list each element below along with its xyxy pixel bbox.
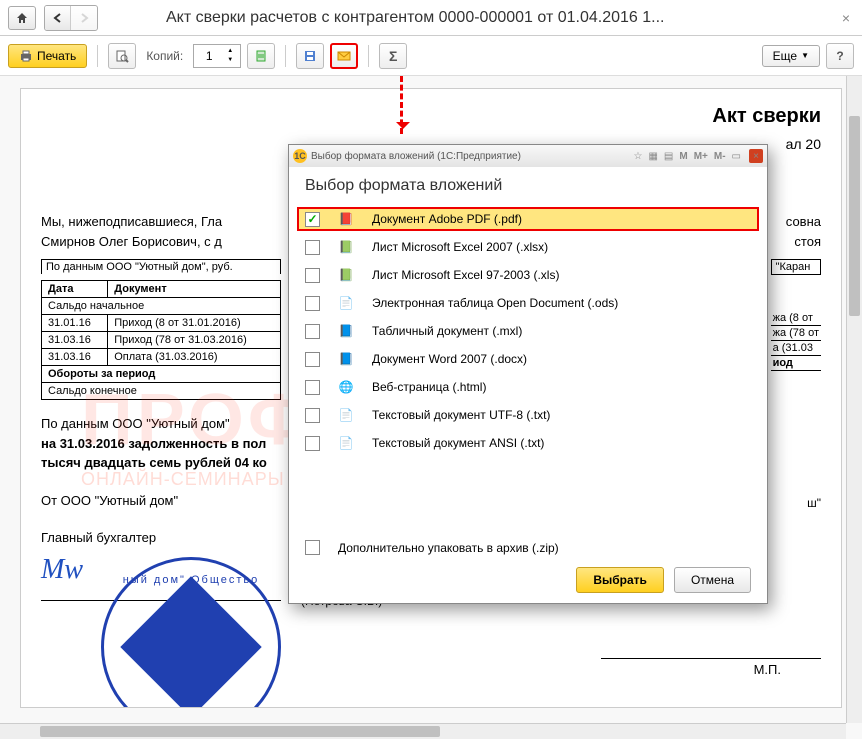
nav-back-button[interactable] — [45, 6, 71, 30]
m-plus-button[interactable]: M+ — [692, 151, 710, 162]
m-button[interactable]: M — [677, 151, 689, 162]
file-type-icon: 🌐 — [338, 379, 354, 395]
nav-forward-button — [71, 6, 97, 30]
format-checkbox[interactable] — [305, 324, 320, 339]
format-label: Веб-страница (.html) — [372, 380, 486, 394]
format-checkbox[interactable] — [305, 352, 320, 367]
format-checkbox[interactable] — [305, 408, 320, 423]
right-sig-line — [601, 658, 821, 659]
more-label: Еще — [773, 49, 797, 63]
format-label: Лист Microsoft Excel 97-2003 (.xls) — [372, 268, 559, 282]
tool-icon[interactable]: ▤ — [662, 151, 675, 162]
format-label: Документ Word 2007 (.docx) — [372, 352, 527, 366]
more-button[interactable]: Еще ▼ — [762, 45, 820, 67]
sum-button[interactable]: Σ — [379, 43, 407, 69]
file-type-icon: 📄 — [338, 435, 354, 451]
dialog-title-bar[interactable]: 1С Выбор формата вложений (1С:Предприяти… — [289, 145, 767, 167]
format-row[interactable]: 📘 Документ Word 2007 (.docx) — [289, 345, 767, 373]
tool-icon[interactable]: ☆ — [631, 151, 644, 162]
format-checkbox[interactable] — [305, 268, 320, 283]
copies-spinner[interactable]: ▲▼ — [193, 44, 241, 68]
format-row[interactable]: 📄 Текстовый документ ANSI (.txt) — [289, 429, 767, 457]
stamp-icon: ный дом" Общество — [101, 557, 281, 708]
doc-paragraph-right: совна стоя — [786, 212, 821, 251]
separator — [97, 45, 98, 67]
format-row[interactable]: 📘 Табличный документ (.mxl) — [289, 317, 767, 345]
preview-button[interactable] — [108, 43, 136, 69]
select-button[interactable]: Выбрать — [576, 567, 664, 593]
file-type-icon: 📘 — [338, 351, 354, 367]
window-title: Акт сверки расчетов с контрагентом 0000-… — [166, 9, 664, 27]
format-label: Текстовый документ UTF-8 (.txt) — [372, 408, 550, 422]
format-label: Табличный документ (.mxl) — [372, 324, 522, 338]
doc-table-right-partial: "Каран жа (8 от жа (78 от а (31.03 иод — [771, 259, 821, 400]
format-row[interactable]: 📄 Текстовый документ UTF-8 (.txt) — [289, 401, 767, 429]
file-type-icon: 📄 — [338, 295, 354, 311]
vertical-scrollbar[interactable] — [846, 76, 862, 723]
print-button[interactable]: Печать — [8, 44, 87, 68]
zip-checkbox[interactable] — [305, 540, 320, 555]
table-row: 31.01.16Приход (8 от 31.01.2016) — [42, 315, 281, 332]
format-row[interactable]: 📕 Документ Adobe PDF (.pdf) — [297, 207, 759, 231]
format-checkbox[interactable] — [305, 240, 320, 255]
spinner-down[interactable]: ▼ — [224, 56, 236, 65]
horizontal-scrollbar[interactable] — [0, 723, 846, 739]
file-type-icon: 📘 — [338, 323, 354, 339]
file-type-icon: 📗 — [338, 239, 354, 255]
separator — [285, 45, 286, 67]
tab-close-button[interactable]: × — [838, 6, 854, 30]
format-list: 📕 Документ Adobe PDF (.pdf) 📗 Лист Microsof… — [289, 205, 767, 530]
mp-label: М.П. — [754, 662, 781, 677]
zip-label: Дополнительно упаковать в архив (.zip) — [338, 541, 559, 555]
format-row[interactable]: 📗 Лист Microsoft Excel 2007 (.xlsx) — [289, 233, 767, 261]
table-row: 31.03.16Приход (78 от 31.03.2016) — [42, 332, 281, 349]
format-label: Текстовый документ ANSI (.txt) — [372, 436, 544, 450]
format-checkbox[interactable] — [305, 212, 320, 227]
help-icon: ? — [836, 49, 843, 63]
format-dialog: 1С Выбор формата вложений (1С:Предприяти… — [288, 144, 768, 604]
doc-title: Акт сверки — [41, 105, 821, 128]
doc-table: ДатаДокумент Сальдо начальное 31.01.16Пр… — [41, 280, 281, 400]
format-label: Документ Adobe PDF (.pdf) — [372, 212, 522, 226]
separator — [368, 45, 369, 67]
format-label: Лист Microsoft Excel 2007 (.xlsx) — [372, 240, 548, 254]
table-row: 31.03.16Оплата (31.03.2016) — [42, 349, 281, 366]
chevron-down-icon: ▼ — [801, 51, 809, 60]
copies-label: Копий: — [146, 49, 183, 63]
email-button[interactable] — [330, 43, 358, 69]
sigma-icon: Σ — [389, 48, 397, 64]
format-checkbox[interactable] — [305, 296, 320, 311]
table-row: Обороты за период — [42, 366, 281, 383]
callout-arrow — [400, 76, 403, 134]
help-button[interactable]: ? — [826, 43, 854, 69]
format-row[interactable]: 📗 Лист Microsoft Excel 97-2003 (.xls) — [289, 261, 767, 289]
format-row[interactable]: 📄 Электронная таблица Open Document (.ods… — [289, 289, 767, 317]
m-minus-button[interactable]: M- — [712, 151, 728, 162]
table-row: Сальдо начальное — [42, 298, 281, 315]
format-label: Электронная таблица Open Document (.ods) — [372, 296, 618, 310]
table-caption: По данным ООО "Уютный дом", руб. — [41, 259, 281, 274]
cancel-button[interactable]: Отмена — [674, 567, 751, 593]
file-type-icon: 📄 — [338, 407, 354, 423]
doc-paragraph: Мы, нижеподписавшиеся, Гла Смирнов Олег … — [41, 212, 222, 251]
settings-button[interactable] — [247, 43, 275, 69]
file-type-icon: 📗 — [338, 267, 354, 283]
format-row[interactable]: 🌐 Веб-страница (.html) — [289, 373, 767, 401]
app-icon: 1С — [293, 149, 307, 163]
copies-input[interactable] — [194, 49, 224, 63]
dialog-header: Выбор формата вложений — [289, 167, 767, 205]
tool-icon[interactable]: ▦ — [646, 151, 659, 162]
home-button[interactable] — [8, 6, 36, 30]
print-label: Печать — [37, 49, 76, 63]
zip-option[interactable]: Дополнительно упаковать в архив (.zip) — [305, 540, 751, 555]
file-type-icon: 📕 — [338, 211, 354, 227]
table-row: Сальдо конечное — [42, 383, 281, 400]
format-checkbox[interactable] — [305, 380, 320, 395]
dialog-close-button[interactable]: × — [749, 149, 763, 163]
minimize-icon[interactable]: ▭ — [730, 151, 743, 162]
dialog-window-title: Выбор формата вложений (1С:Предприятие) — [311, 151, 521, 162]
format-checkbox[interactable] — [305, 436, 320, 451]
spinner-up[interactable]: ▲ — [224, 47, 236, 56]
save-button[interactable] — [296, 43, 324, 69]
